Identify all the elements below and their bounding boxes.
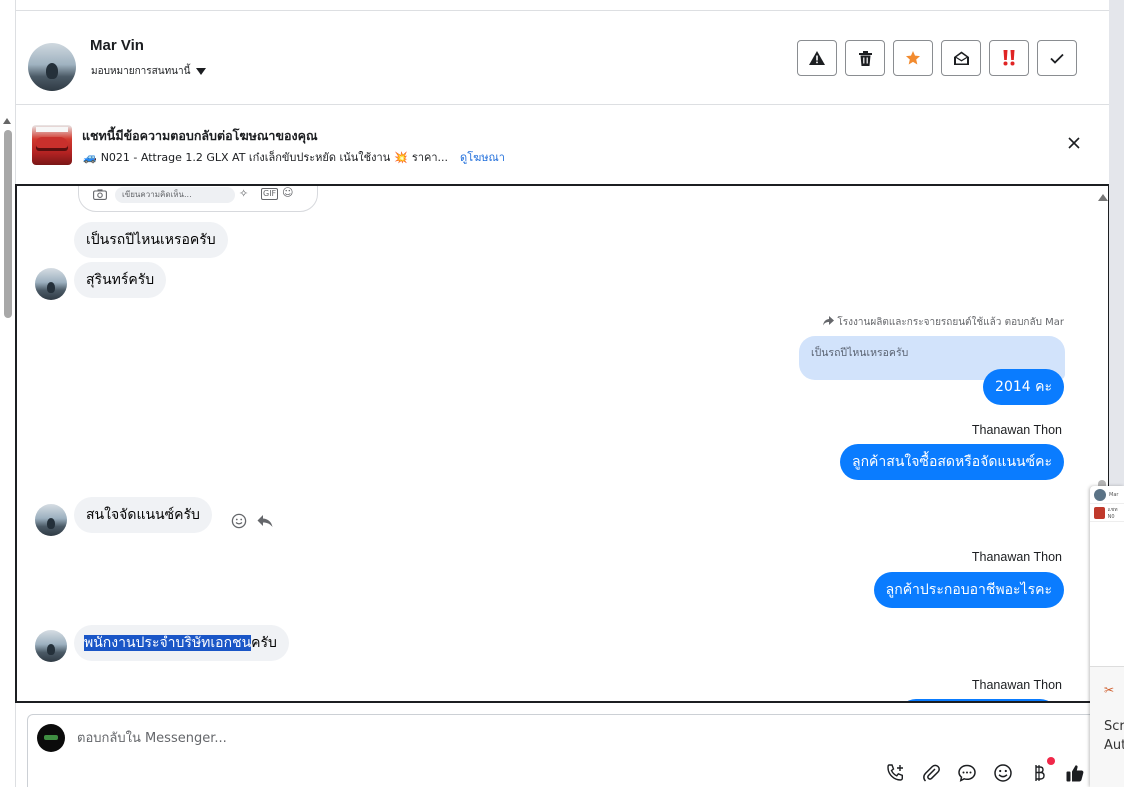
panel-row-label: Mar — [1109, 491, 1119, 498]
message-composer — [27, 714, 1107, 787]
spam-button[interactable] — [797, 40, 837, 76]
contact-avatar-small[interactable] — [35, 268, 67, 300]
warning-icon — [809, 51, 825, 65]
gif-icon: GIF — [261, 188, 279, 200]
panel-row[interactable]: แชท N0 — [1090, 504, 1124, 522]
message-thread[interactable]: เขียนความคิดเห็น... ✧ GIF ☺ เป็นรถปีไหนเ… — [15, 184, 1110, 703]
check-icon — [1050, 53, 1064, 64]
incoming-message[interactable]: สนใจจัดแนนซ์ครับ — [74, 497, 212, 533]
panel-row[interactable]: Mar — [1090, 486, 1124, 504]
conversation-header: Mar Vin มอบหมายการสนทนานี้ — [16, 11, 1109, 105]
assign-conversation-dropdown[interactable]: มอบหมายการสนทนานี้ — [91, 64, 207, 79]
page-scrollbar-thumb[interactable] — [4, 130, 12, 318]
reply-context-text: โรงงานผลิตและกระจายรถยนต์ใช้แล้ว ตอบกลับ… — [837, 317, 1064, 328]
camera-icon — [93, 189, 107, 203]
ad-description-tail: ราคา... — [411, 151, 449, 164]
ad-thumbnail[interactable] — [32, 125, 72, 165]
sender-name: Thanawan Thon — [971, 550, 1062, 564]
thumbs-up-icon[interactable] — [1065, 763, 1085, 783]
panel-row-label: แชท N0 — [1107, 506, 1118, 520]
assign-conversation-label: มอบหมายการสนทนานี้ — [91, 66, 191, 77]
composer-toolbar — [885, 757, 1085, 783]
inbox-chat-view: Mar Vin มอบหมายการสนทนานี้ แชทนี้มีข้อคว… — [0, 0, 1124, 787]
priority-button[interactable] — [989, 40, 1029, 76]
contact-avatar-small[interactable] — [35, 630, 67, 662]
done-button[interactable] — [1037, 40, 1077, 76]
emoji-icon[interactable] — [993, 763, 1013, 783]
close-banner-button[interactable] — [1064, 133, 1084, 153]
delete-button[interactable] — [845, 40, 885, 76]
view-ad-link[interactable]: ดูโฆษณา — [460, 148, 505, 166]
contact-name[interactable]: Mar Vin — [90, 37, 144, 54]
outgoing-message[interactable]: ลูกค้าประกอบอาชีพอะไรคะ — [873, 572, 1064, 608]
outgoing-message-partial[interactable] — [898, 699, 1058, 701]
double-exclamation-icon — [1003, 50, 1015, 66]
incoming-message[interactable]: พนักงานประจำบริษัทเอกชนครับ — [74, 625, 289, 661]
ad-thumbnail — [1094, 506, 1105, 519]
star-button[interactable] — [893, 40, 933, 76]
selected-text: พนักงานประจำบริษัทเอกชน — [84, 635, 252, 651]
add-call-icon[interactable] — [885, 763, 905, 783]
ad-description: N021 - Attrage 1.2 GLX AT เก๋งเล็กขับประ… — [100, 151, 391, 164]
ad-reply-banner: แชทนี้มีข้อความตอบกลับต่อโฆษณาของคุณ 🚙 N… — [16, 105, 1109, 185]
reply-icon[interactable] — [257, 513, 273, 529]
snip-icon: ✂ — [1104, 683, 1115, 697]
reply-context: โรงงานผลิตและกระจายรถยนต์ใช้แล้ว ตอบกลับ… — [823, 315, 1064, 330]
incoming-message[interactable]: สุรินทร์ครับ — [74, 262, 167, 298]
burst-icon: 💥 — [394, 150, 408, 164]
message-text: ครับ — [251, 635, 277, 651]
sender-name: Thanawan Thon — [971, 678, 1062, 692]
caret-down-icon — [196, 68, 207, 75]
page-avatar — [37, 724, 65, 752]
outgoing-message[interactable]: ลูกค้าสนใจซื้อสดหรือจัดแนนซ์คะ — [840, 444, 1064, 480]
comment-field: เขียนความคิดเห็น... — [115, 187, 235, 203]
thread-scroll-up-arrow[interactable] — [1098, 194, 1108, 201]
emoji-icon: ☺ — [282, 186, 294, 199]
ad-description-row: 🚙 N021 - Attrage 1.2 GLX AT เก๋งเล็กขับป… — [83, 148, 505, 166]
react-emoji-icon[interactable] — [231, 513, 247, 529]
envelope-open-icon — [953, 51, 969, 65]
reply-input[interactable] — [77, 727, 677, 749]
mark-unread-button[interactable] — [941, 40, 981, 76]
trash-icon — [858, 50, 872, 66]
reply-arrow-icon — [823, 316, 835, 329]
contact-avatar[interactable] — [28, 43, 76, 91]
attachment-icon[interactable] — [921, 763, 941, 783]
message-hover-tools — [231, 513, 273, 529]
payment-baht-icon[interactable] — [1029, 757, 1055, 783]
notification-dot — [1047, 757, 1055, 765]
sender-name: Thanawan Thon — [971, 423, 1062, 437]
sticker-icon: ✧ — [239, 187, 249, 200]
saved-replies-icon[interactable] — [957, 763, 977, 783]
contact-avatar-small[interactable] — [35, 504, 67, 536]
avatar — [1094, 488, 1106, 501]
conversation-actions — [797, 40, 1077, 76]
screenshot-tool-card[interactable]: ✂ Scr Aut — [1090, 666, 1124, 787]
page-scroll-up-arrow[interactable] — [3, 118, 11, 124]
ad-post-preview: เขียนความคิดเห็น... ✧ GIF ☺ — [78, 186, 318, 212]
incoming-message[interactable]: เป็นรถปีไหนเหรอครับ — [74, 222, 228, 258]
star-icon — [906, 51, 920, 65]
car-icon: 🚙 — [83, 150, 97, 164]
screenshot-tool-text: Scr Aut — [1104, 719, 1124, 753]
close-icon — [1068, 137, 1080, 149]
outgoing-message[interactable]: 2014 คะ — [983, 369, 1064, 405]
ad-banner-title: แชทนี้มีข้อความตอบกลับต่อโฆษณาของคุณ — [82, 128, 318, 143]
floating-side-panel: Mar แชท N0 ✂ Scr Aut — [1090, 486, 1124, 787]
